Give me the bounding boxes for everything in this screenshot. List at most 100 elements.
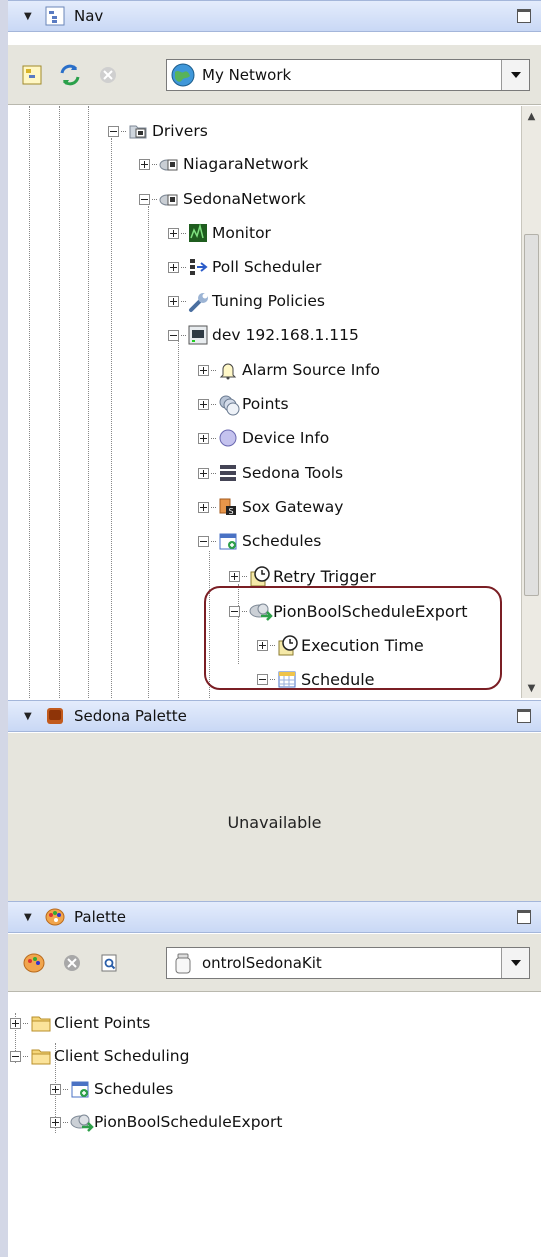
collapse-node-icon[interactable] bbox=[168, 329, 179, 341]
tree-node[interactable]: Alarm Source Info bbox=[198, 355, 380, 385]
cloud-export-icon bbox=[70, 1112, 94, 1132]
tree-node-label: Sedona Tools bbox=[242, 464, 344, 482]
gateway-icon: S bbox=[218, 497, 238, 517]
scroll-thumb[interactable] bbox=[524, 234, 539, 596]
expand-node-icon[interactable] bbox=[50, 1083, 61, 1095]
tree-node-label: Retry Trigger bbox=[273, 566, 376, 586]
wrench-icon bbox=[188, 291, 208, 312]
tree-node[interactable]: S Sox Gateway bbox=[198, 492, 343, 522]
tree-guide bbox=[111, 138, 112, 698]
tree-connector bbox=[211, 437, 216, 439]
tree-guide bbox=[148, 206, 149, 698]
sedona-palette-icon bbox=[44, 705, 66, 727]
dropdown-arrow-icon[interactable] bbox=[501, 948, 529, 978]
close-disabled-icon[interactable] bbox=[96, 63, 120, 87]
tree-connector bbox=[211, 403, 216, 405]
collapse-node-icon[interactable] bbox=[10, 1050, 21, 1062]
folder-icon bbox=[30, 1013, 51, 1033]
bell-icon bbox=[218, 360, 238, 380]
tree-node-label: Schedules bbox=[242, 532, 322, 550]
tree-node[interactable]: SedonaNetwork bbox=[139, 184, 306, 214]
dropdown-arrow-icon[interactable] bbox=[501, 60, 529, 90]
tree-node[interactable]: Drivers bbox=[108, 116, 208, 146]
tree-node-label: Sox Gateway bbox=[242, 498, 344, 516]
tree-node-label: Tuning Policies bbox=[212, 292, 325, 310]
tree-connector bbox=[181, 300, 186, 302]
tree-connector bbox=[242, 575, 247, 577]
refresh-icon[interactable] bbox=[58, 63, 82, 87]
tree-node[interactable]: Device Info bbox=[198, 423, 329, 453]
collapse-node-icon[interactable] bbox=[198, 535, 209, 547]
expand-node-icon[interactable] bbox=[168, 261, 179, 273]
tree-connector bbox=[23, 1022, 28, 1024]
tree-node[interactable]: Tuning Policies bbox=[168, 286, 325, 316]
maximize-icon[interactable] bbox=[517, 9, 531, 23]
palette-icon bbox=[44, 906, 66, 928]
trigger-clock-icon bbox=[249, 566, 270, 587]
maximize-icon[interactable] bbox=[517, 709, 531, 723]
maximize-icon[interactable] bbox=[517, 910, 531, 924]
tree-node-label: Client Points bbox=[54, 1014, 151, 1032]
collapse-node-icon[interactable] bbox=[139, 193, 150, 205]
nav-panel-title: Nav bbox=[74, 7, 104, 25]
tree-connector bbox=[121, 130, 126, 132]
tree-node[interactable]: Client Scheduling bbox=[10, 1041, 189, 1071]
circle-icon bbox=[218, 428, 238, 448]
tree-node-label: Drivers bbox=[152, 122, 208, 140]
open-palette-icon[interactable] bbox=[22, 951, 46, 975]
nav-root-select[interactable]: My Network bbox=[166, 59, 530, 91]
scroll-up-icon[interactable]: ▲ bbox=[522, 108, 541, 126]
expand-node-icon[interactable] bbox=[50, 1116, 61, 1128]
expand-node-icon[interactable] bbox=[168, 295, 179, 307]
sedona-palette-header[interactable]: ▼ Sedona Palette bbox=[8, 700, 541, 732]
tree-node[interactable]: Monitor bbox=[168, 218, 271, 248]
nav-tree-scrollbar[interactable]: ▲ ▼ bbox=[521, 106, 541, 698]
points-icon bbox=[218, 394, 240, 416]
expand-node-icon[interactable] bbox=[10, 1017, 21, 1029]
tree-node[interactable]: Sedona Tools bbox=[198, 458, 343, 488]
collapse-node-icon[interactable] bbox=[108, 125, 119, 137]
expand-node-icon[interactable] bbox=[198, 364, 209, 376]
tree-node[interactable]: Points bbox=[198, 389, 289, 419]
tree-connector bbox=[23, 1055, 28, 1057]
open-tree-icon[interactable] bbox=[20, 63, 44, 87]
expand-node-icon[interactable] bbox=[198, 501, 209, 513]
tree-node[interactable]: PionBoolScheduleExport bbox=[50, 1107, 283, 1137]
unavailable-message: Unavailable bbox=[227, 813, 322, 832]
expand-node-icon[interactable] bbox=[229, 570, 240, 582]
tree-guide bbox=[29, 106, 30, 698]
nav-root-value: My Network bbox=[202, 66, 292, 84]
tree-node-label: NiagaraNetwork bbox=[183, 155, 309, 173]
collapse-arrow-icon[interactable]: ▼ bbox=[24, 912, 38, 923]
palette-header[interactable]: ▼ Palette bbox=[8, 901, 541, 933]
calendar-icon bbox=[70, 1079, 90, 1099]
tree-node[interactable]: Schedules bbox=[50, 1074, 173, 1104]
tree-connector bbox=[181, 266, 186, 268]
tree-node[interactable]: Schedules bbox=[198, 526, 321, 556]
collapse-arrow-icon[interactable]: ▼ bbox=[24, 11, 38, 22]
tree-guide bbox=[88, 106, 89, 698]
close-disabled-icon[interactable] bbox=[60, 951, 84, 975]
nav-panel-header[interactable]: ▼ Nav bbox=[8, 0, 541, 32]
tree-connector bbox=[211, 369, 216, 371]
tree-node[interactable]: dev 192.168.1.115 bbox=[168, 320, 359, 350]
tree-node[interactable]: Client Points bbox=[10, 1008, 150, 1038]
palette-module-select[interactable]: ontrolSedonaKit bbox=[166, 947, 530, 979]
tree-node[interactable]: Poll Scheduler bbox=[168, 252, 321, 282]
scroll-down-icon[interactable]: ▼ bbox=[522, 680, 541, 698]
expand-node-icon[interactable] bbox=[168, 227, 179, 239]
tree-node[interactable]: NiagaraNetwork bbox=[139, 149, 308, 179]
expand-node-icon[interactable] bbox=[198, 467, 209, 479]
poll-scheduler-icon bbox=[188, 257, 208, 277]
expand-node-icon[interactable] bbox=[198, 398, 209, 410]
palette-title: Palette bbox=[74, 908, 126, 926]
find-icon[interactable] bbox=[98, 951, 122, 975]
expand-node-icon[interactable] bbox=[198, 432, 209, 444]
tree-connector bbox=[211, 506, 216, 508]
collapse-arrow-icon[interactable]: ▼ bbox=[24, 711, 38, 722]
tree-connector bbox=[152, 198, 157, 200]
folder-network-icon bbox=[128, 121, 148, 141]
highlight-annotation bbox=[204, 586, 502, 690]
expand-node-icon[interactable] bbox=[139, 158, 150, 170]
tree-connector bbox=[63, 1088, 68, 1090]
